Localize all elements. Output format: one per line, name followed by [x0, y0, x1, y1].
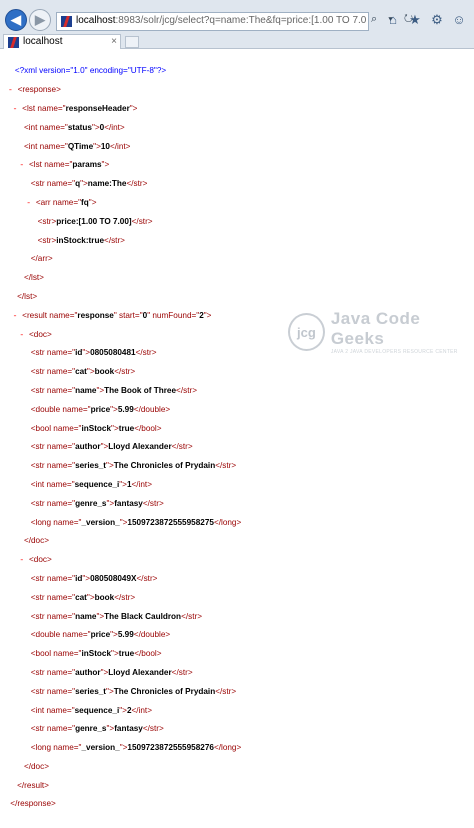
browser-chrome: ◀ ▶ localhost:8983/solr/jcg/select?q=nam… [0, 0, 474, 50]
tab-close-button[interactable]: × [111, 36, 117, 47]
xml-line: <str name="name">The Black Cauldron</str… [30, 611, 202, 621]
back-button[interactable]: ◀ [5, 9, 27, 31]
xml-line: <double name="price">5.99</double> [30, 404, 171, 414]
gear-icon[interactable]: ⚙ [430, 13, 444, 27]
xml-line: </lst> [17, 291, 38, 301]
solr-favicon-icon [61, 16, 72, 27]
new-tab-button[interactable] [125, 36, 139, 48]
xml-line: <str name="series_t">The Chronicles of P… [30, 461, 237, 471]
collapse-toggle[interactable]: - [13, 105, 23, 114]
jcg-watermark: jcg Java Code Geeks JAVA 2 JAVA DEVELOPE… [288, 309, 474, 355]
forward-button[interactable]: ▶ [29, 9, 51, 31]
collapse-toggle[interactable]: - [13, 312, 23, 321]
xml-line: <int name="sequence_i">1</int> [30, 479, 152, 489]
param-fq-value: inStock:true [56, 235, 105, 245]
xml-line: </arr> [30, 254, 53, 264]
xml-line: <str name="q">name:The</str> [30, 179, 148, 189]
arrow-right-icon: ▶ [35, 12, 45, 27]
xml-line: <int name="status">0</int> [23, 122, 125, 132]
tab-localhost[interactable]: localhost × [3, 34, 121, 50]
xml-line: - <result name="response" start="0" numF… [12, 310, 212, 321]
xml-line: <long name="_version_">15097238725559582… [30, 517, 242, 527]
xml-line: </result> [17, 780, 49, 790]
xml-line: - <arr name="fq"> [26, 197, 97, 208]
xml-line: </response> [10, 799, 56, 809]
address-bar[interactable]: localhost:8983/solr/jcg/select?q=name:Th… [56, 12, 369, 31]
xml-line: <str>inStock:true</str> [37, 235, 125, 245]
star-icon[interactable]: ★ [408, 13, 422, 27]
xml-line: <str name="author">Lloyd Alexander</str> [30, 667, 193, 677]
collapse-toggle[interactable]: - [19, 556, 29, 565]
tab-label: localhost [23, 36, 63, 47]
xml-line: </lst> [23, 273, 44, 283]
xml-line: - <lst name="params"> [19, 160, 110, 171]
collapse-toggle[interactable]: - [19, 161, 29, 170]
xml-line: <str name="id">080508049X</str> [30, 573, 158, 583]
home-icon[interactable]: ⌂ [386, 13, 400, 27]
xml-line: <int name="QTime">10</int> [23, 141, 131, 151]
collapse-toggle[interactable]: - [26, 199, 36, 208]
xml-declaration: <?xml version="1.0" encoding="UTF-8"?> [14, 66, 167, 76]
qtime-value: 10 [100, 141, 110, 151]
param-fq-value: price:[1.00 TO 7.00] [56, 216, 132, 226]
page-content: <?xml version="1.0" encoding="UTF-8"?> -… [0, 49, 474, 808]
xml-line: <str name="author">Lloyd Alexander</str> [30, 442, 193, 452]
watermark-title: Java Code Geeks [330, 309, 421, 348]
smiley-icon[interactable]: ☺ [452, 13, 466, 27]
xml-line: <double name="price">5.99</double> [30, 630, 171, 640]
url-text[interactable]: localhost:8983/solr/jcg/select?q=name:Th… [76, 15, 366, 26]
xml-line: <?xml version="1.0" encoding="UTF-8"?> [8, 66, 241, 75]
xml-tree: <?xml version="1.0" encoding="UTF-8"?> -… [8, 57, 241, 828]
xml-line: <int name="sequence_i">2</int> [30, 705, 152, 715]
jcg-logo-icon: jcg [288, 313, 325, 351]
arrow-left-icon: ◀ [11, 12, 21, 27]
xml-line: <str name="cat">book</str> [30, 592, 136, 602]
xml-line: <str name="genre_s">fantasy</str> [30, 724, 164, 734]
xml-line: <str name="series_t">The Chronicles of P… [30, 686, 237, 696]
xml-line: <long name="_version_">15097238725559582… [30, 743, 242, 753]
collapse-toggle[interactable]: - [19, 331, 29, 340]
toolbar-icons: ⌂ ★ ⚙ ☺ [386, 13, 466, 27]
param-q-value: name:The [87, 179, 127, 189]
collapse-toggle[interactable]: - [8, 86, 18, 95]
xml-line: - <response> [8, 85, 61, 96]
xml-line: <str name="id">0805080481</str> [30, 348, 157, 358]
xml-line: <str name="genre_s">fantasy</str> [30, 498, 164, 508]
xml-line: - <lst name="responseHeader"> [12, 104, 138, 114]
xml-line: </doc> [23, 536, 49, 546]
xml-line: - <doc> [19, 555, 52, 566]
xml-line: <str>price:[1.00 TO 7.00]</str> [37, 216, 153, 226]
xml-line: <bool name="inStock">true</bool> [30, 649, 162, 659]
xml-line: <str name="cat">book</str> [30, 367, 136, 377]
xml-line: </doc> [23, 761, 49, 771]
xml-line: <str name="name">The Book of Three</str> [30, 385, 197, 395]
xml-line: <bool name="inStock">true</bool> [30, 423, 162, 433]
solr-favicon-icon [8, 37, 19, 48]
watermark-subtitle: JAVA 2 JAVA DEVELOPERS RESOURCE CENTER [330, 349, 458, 355]
xml-line: - <doc> [19, 329, 52, 340]
